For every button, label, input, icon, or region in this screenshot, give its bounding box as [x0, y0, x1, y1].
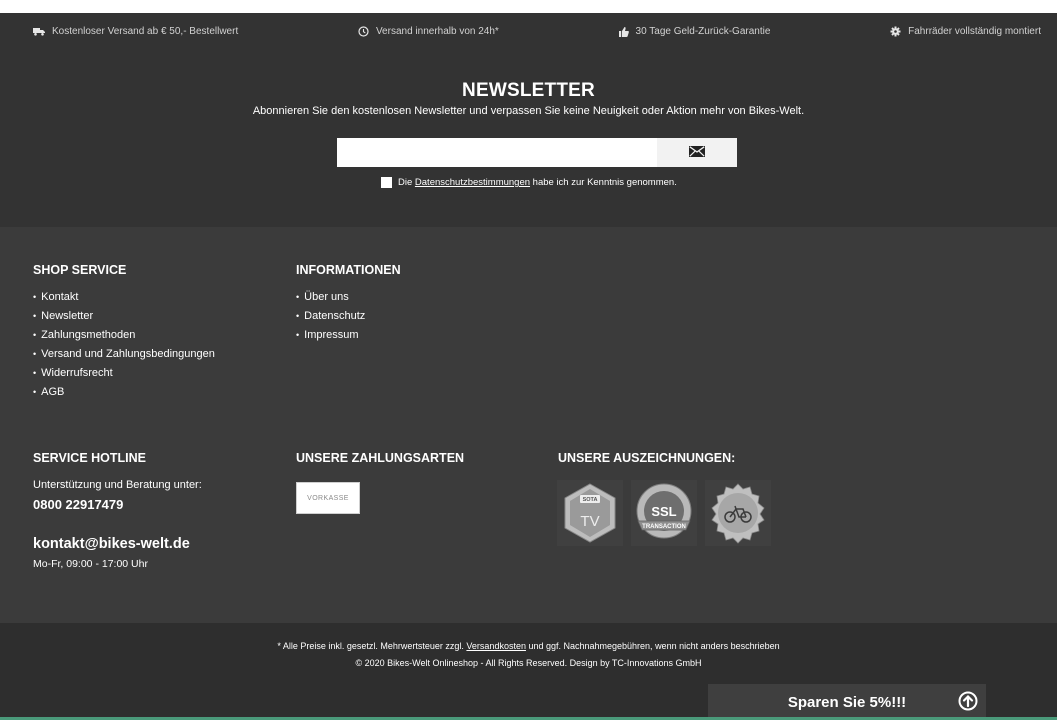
shop-service-item-versand[interactable]: • Versand und Zahlungsbedingungen	[33, 345, 215, 364]
newsletter-title: NEWSLETTER	[462, 80, 595, 101]
hotline-subtitle: Unterstützung und Beratung unter:	[33, 479, 202, 491]
top-whitespace	[0, 0, 1057, 13]
shop-service-heading: SHOP SERVICE	[33, 263, 127, 277]
usp-text: Kostenloser Versand ab € 50,- Bestellwer…	[52, 26, 239, 37]
svg-text:SOTA: SOTA	[583, 497, 598, 503]
payment-heading: UNSERE ZAHLUNGSARTEN	[296, 451, 465, 465]
usp-money-back: 30 Tage Geld-Zurück-Garantie	[618, 26, 771, 37]
svg-text:TV: TV	[580, 513, 599, 530]
arrow-up-circle-icon[interactable]	[958, 691, 978, 711]
usp-text: Fahrräder vollständig montiert	[908, 26, 1041, 37]
usp-assembled: Fahrräder vollständig montiert	[890, 26, 1041, 37]
newsletter-email-input[interactable]	[337, 138, 657, 167]
newsletter-consent: Die Datenschutzbestimmungen habe ich zur…	[381, 177, 677, 188]
newsletter-form	[337, 138, 737, 167]
usp-shipping-time: Versand innerhalb von 24h*	[358, 26, 499, 37]
consent-checkbox[interactable]	[381, 177, 392, 188]
awards-heading: UNSERE AUSZEICHNUNGEN:	[558, 451, 736, 465]
clock-icon	[358, 26, 369, 37]
versandkosten-link[interactable]: Versandkosten	[466, 641, 526, 651]
newsletter-submit-button[interactable]	[657, 138, 737, 167]
hotline-heading: SERVICE HOTLINE	[33, 451, 146, 465]
svg-text:TRANSACTION: TRANSACTION	[642, 524, 686, 530]
usp-bar: Kostenloser Versand ab € 50,- Bestellwer…	[0, 13, 1057, 50]
shop-service-item-newsletter[interactable]: • Newsletter	[33, 307, 215, 326]
award-ssl-seal: SSL TRANSACTION	[631, 480, 697, 546]
shop-service-list: • Kontakt • Newsletter • Zahlungsmethoden •…	[33, 288, 215, 402]
hotline-email[interactable]: kontakt@bikes-welt.de	[33, 536, 190, 552]
award-tuv-seal: SOTA TV	[557, 480, 623, 546]
hotline-phone[interactable]: 0800 22917479	[33, 497, 123, 512]
info-item-impressum[interactable]: • Impressum	[296, 326, 365, 345]
consent-text: Die Datenschutzbestimmungen habe ich zur…	[398, 177, 677, 188]
shop-service-item-widerrufsrecht[interactable]: • Widerrufsrecht	[33, 364, 215, 383]
info-item-ueber-uns[interactable]: • Über uns	[296, 288, 365, 307]
truck-icon	[33, 27, 45, 36]
usp-text: 30 Tage Geld-Zurück-Garantie	[635, 26, 771, 37]
privacy-policy-link[interactable]: Datenschutzbestimmungen	[415, 177, 530, 188]
informationen-list: • Über uns • Datenschutz • Impressum	[296, 288, 365, 345]
payment-badge-vorkasse: VORKASSE	[296, 482, 360, 514]
shop-service-item-agb[interactable]: • AGB	[33, 383, 215, 402]
copyright: © 2020 Bikes-Welt Onlineshop - All Right…	[355, 658, 702, 668]
svg-text:SSL: SSL	[651, 504, 676, 519]
price-notice: * Alle Preise inkl. gesetzl. Mehrwertste…	[277, 641, 780, 651]
envelope-icon	[689, 145, 705, 160]
shop-service-item-zahlungsmethoden[interactable]: • Zahlungsmethoden	[33, 326, 215, 345]
footer-main: SHOP SERVICE • Kontakt • Newsletter • Zahlu…	[0, 227, 1057, 623]
usp-text: Versand innerhalb von 24h*	[375, 26, 499, 37]
shop-service-item-kontakt[interactable]: • Kontakt	[33, 288, 215, 307]
usp-free-shipping: Kostenloser Versand ab € 50,- Bestellwer…	[33, 26, 238, 37]
award-bike-seal	[705, 480, 771, 546]
informationen-heading: INFORMATIONEN	[296, 263, 401, 277]
hotline-hours: Mo-Fr, 09:00 - 17:00 Uhr	[33, 558, 148, 570]
promo-sparen-button[interactable]: Sparen Sie 5%!!!	[708, 684, 986, 720]
thumbs-up-icon	[618, 26, 629, 37]
newsletter-section: NEWSLETTER Abonnieren Sie den kostenlose…	[0, 50, 1057, 227]
gear-icon	[890, 26, 901, 37]
info-item-datenschutz[interactable]: • Datenschutz	[296, 307, 365, 326]
promo-label: Sparen Sie 5%!!!	[787, 693, 907, 711]
newsletter-subtitle: Abonnieren Sie den kostenlosen Newslette…	[252, 105, 805, 117]
